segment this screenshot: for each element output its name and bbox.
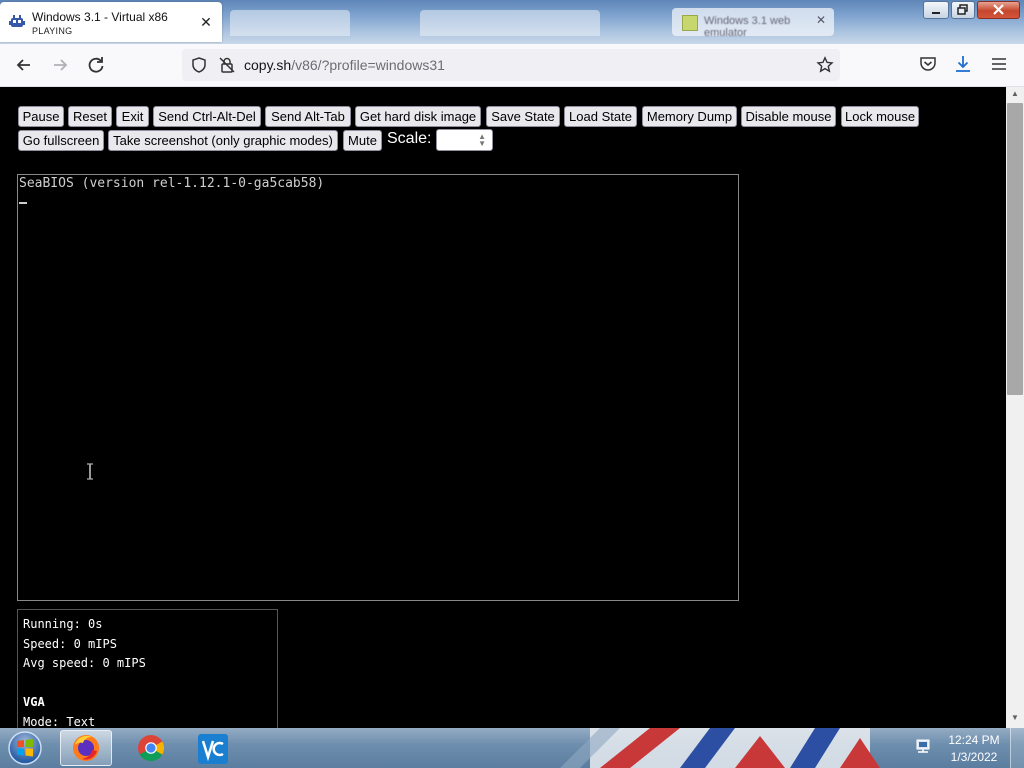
url-domain: copy.sh (244, 57, 292, 73)
text-cursor (19, 202, 27, 204)
scroll-up-arrow-icon[interactable]: ▲ (1006, 89, 1024, 101)
insecure-lock-icon[interactable] (218, 56, 236, 74)
taskbar-vnc[interactable] (188, 730, 240, 766)
tab-background[interactable]: Windows 3.1 web emulator ✕ (672, 8, 834, 39)
load-state-button[interactable]: Load State (564, 106, 637, 127)
scrollbar-thumb[interactable] (1007, 103, 1023, 395)
background-window (420, 10, 600, 36)
reset-button[interactable]: Reset (68, 106, 112, 127)
stat-speed: Speed: 0 mIPS (23, 637, 117, 651)
send-ctrl-alt-del-button[interactable]: Send Ctrl-Alt-Del (153, 106, 261, 127)
window-close-button[interactable] (977, 1, 1020, 19)
wallpaper-art (560, 728, 880, 768)
taskbar-firefox[interactable] (60, 730, 112, 766)
tab-close-icon[interactable]: ✕ (198, 14, 214, 30)
send-alt-tab-button[interactable]: Send Alt-Tab (265, 106, 351, 127)
v86-favicon-icon (9, 15, 25, 27)
get-hard-disk-image-button[interactable]: Get hard disk image (355, 106, 481, 127)
tracking-shield-icon[interactable] (190, 56, 208, 74)
clock-time[interactable]: 12:24 PM (944, 733, 1004, 747)
close-icon (993, 4, 1004, 15)
chrome-icon (138, 735, 165, 762)
stat-running: Running: 0s (23, 617, 103, 631)
v86-page: Pause Reset Exit Send Ctrl-Alt-Del Send … (0, 87, 1006, 728)
ibeam-cursor-icon (86, 463, 94, 480)
take-screenshot-button[interactable]: Take screenshot (only graphic modes) (108, 130, 338, 151)
background-window (230, 10, 350, 36)
back-arrow-icon[interactable] (13, 54, 35, 76)
memory-dump-button[interactable]: Memory Dump (642, 106, 737, 127)
tab-favicon-icon (682, 15, 698, 31)
tab-close-icon[interactable]: ✕ (816, 13, 826, 27)
lock-mouse-button[interactable]: Lock mouse (841, 106, 919, 127)
window-minimize-button[interactable] (923, 1, 949, 19)
taskbar-chrome[interactable] (126, 730, 178, 766)
restore-icon (957, 4, 968, 15)
page-scrollbar[interactable]: ▲ ▼ (1006, 87, 1024, 728)
network-tray-icon[interactable] (914, 738, 932, 756)
address-bar[interactable]: copy.sh/v86/?profile=windows31 (182, 49, 840, 81)
start-button-icon[interactable] (6, 730, 44, 766)
windows-taskbar: 12:24 PM 1/3/2022 (0, 728, 1024, 768)
menu-hamburger-icon[interactable] (990, 56, 1008, 72)
stat-mode: Mode: Text (23, 715, 96, 728)
vnc-icon (198, 734, 228, 764)
scroll-down-arrow-icon[interactable]: ▼ (1006, 713, 1024, 725)
stat-vga-header: VGA (23, 695, 45, 709)
window-restore-button[interactable] (951, 1, 975, 19)
spinner-arrows-icon[interactable]: ▲ ▼ (478, 133, 486, 148)
reload-icon[interactable] (85, 54, 107, 76)
browser-toolbar: copy.sh/v86/?profile=windows31 (0, 44, 1024, 87)
emulator-screen[interactable]: SeaBIOS (version rel-1.12.1-0-ga5cab58) (17, 174, 739, 601)
tab-title: Windows 3.1 web emulator (704, 15, 791, 39)
save-state-button[interactable]: Save State (486, 106, 560, 127)
url-text[interactable]: copy.sh/v86/?profile=windows31 (244, 57, 445, 73)
tab-active[interactable]: Windows 3.1 - Virtual x86 PLAYING ✕ (0, 2, 222, 42)
browser-titlebar: Windows 3.1 - Virtual x86 PLAYING ✕ Wind… (0, 0, 1024, 44)
downloads-icon[interactable] (954, 54, 972, 74)
disable-mouse-button[interactable]: Disable mouse (741, 106, 836, 127)
pause-button[interactable]: Pause (18, 106, 64, 127)
clock-date[interactable]: 1/3/2022 (944, 750, 1004, 764)
mute-button[interactable]: Mute (343, 130, 382, 151)
bookmark-star-icon[interactable] (816, 56, 834, 74)
scale-input[interactable]: ▲ ▼ (436, 129, 493, 151)
show-desktop-button[interactable] (1010, 728, 1024, 768)
pocket-icon[interactable] (919, 55, 937, 73)
scale-label: Scale: (387, 130, 432, 147)
go-fullscreen-button[interactable]: Go fullscreen (18, 130, 104, 151)
forward-arrow-icon[interactable] (49, 54, 71, 76)
tab-audio-status: PLAYING (32, 26, 73, 36)
firefox-icon (73, 735, 99, 761)
minimize-icon (932, 12, 940, 14)
stats-panel: Running: 0s Speed: 0 mIPS Avg speed: 0 m… (17, 609, 278, 728)
url-path: /v86/?profile=windows31 (291, 57, 445, 73)
bios-text: SeaBIOS (version rel-1.12.1-0-ga5cab58) (19, 176, 325, 191)
tab-title: Windows 3.1 - Virtual x86 (32, 10, 168, 24)
stat-avg-speed: Avg speed: 0 mIPS (23, 656, 146, 670)
exit-button[interactable]: Exit (116, 106, 149, 127)
